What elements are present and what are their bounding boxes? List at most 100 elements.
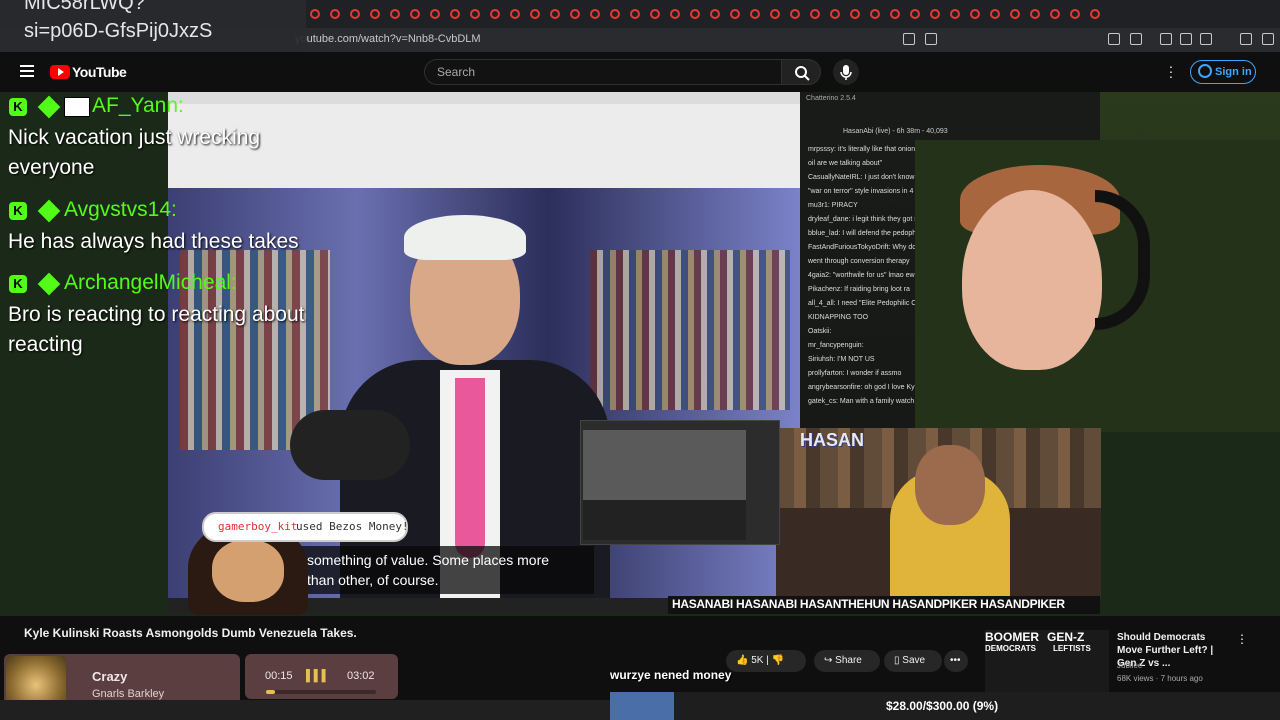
browser-tab[interactable] (590, 9, 600, 19)
kick-badge-icon: K (9, 98, 27, 116)
browser-tab[interactable] (530, 9, 540, 19)
youtube-logo-text[interactable]: YouTube (72, 64, 127, 80)
browser-tab[interactable] (490, 9, 500, 19)
browser-tab[interactable] (350, 9, 360, 19)
share-icon[interactable] (925, 33, 937, 45)
stream-info: HasanAbi (live) - 6h 38m - 40,093 (843, 128, 948, 135)
chat-message: KIDNAPPING TOO (808, 314, 869, 321)
chat-message: Siriuhsh: I'M NOT US (808, 356, 875, 363)
chat-username: ArchangelMicheal: (64, 271, 237, 294)
chat-message: bblue_lad: I will defend the pedophil (808, 230, 920, 237)
browser-tab[interactable] (850, 9, 860, 19)
browser-tab[interactable] (750, 9, 760, 19)
share-button[interactable]: ↪ Share (814, 650, 880, 672)
recommended-thumbnail[interactable]: BOOMER GEN-Z DEMOCRATS LEFTISTS (985, 630, 1109, 692)
browser-tab[interactable] (610, 9, 620, 19)
settings-kebab-icon[interactable]: · · · (1168, 59, 1174, 83)
tabs-icon[interactable] (1200, 33, 1212, 45)
browser-tab[interactable] (410, 9, 420, 19)
extension-icon[interactable] (1130, 33, 1142, 45)
ellipsis-icon: ••• (950, 655, 961, 666)
save-button[interactable]: ▯ Save (884, 650, 942, 672)
kick-badge-icon: K (9, 202, 27, 220)
voice-search-button[interactable] (833, 59, 859, 85)
shield-icon[interactable] (1240, 33, 1252, 45)
browser-tab[interactable] (390, 9, 400, 19)
browser-tab[interactable] (310, 9, 320, 19)
menu-icon[interactable] (1262, 33, 1274, 45)
video-title: Kyle Kulinski Roasts Asmongolds Dumb Ven… (24, 626, 357, 640)
song-title: Crazy (92, 669, 128, 684)
browser-tab[interactable] (370, 9, 380, 19)
chat-message: Pikachenz: If raiding bring loot ra (808, 286, 910, 293)
hamburger-menu-icon[interactable] (20, 65, 34, 77)
browser-tab[interactable] (930, 9, 940, 19)
chat-message-line: Bro is reacting to reacting about (8, 303, 305, 326)
song-progress-fill (266, 690, 275, 694)
url-popup-line: MIC58rLWQ? (24, 0, 145, 14)
save-label: Save (902, 655, 926, 666)
host-tie (455, 378, 485, 558)
caption-line: than other, of course. (307, 572, 439, 588)
browser-tab[interactable] (690, 9, 700, 19)
extension-icon[interactable] (1108, 33, 1120, 45)
browser-tab[interactable] (830, 9, 840, 19)
alert-username: gamerboy_kit (218, 520, 298, 533)
install-icon[interactable] (903, 33, 915, 45)
browser-tab[interactable] (330, 9, 340, 19)
donation-goal-text: $28.00/$300.00 (9%) (886, 699, 999, 713)
browser-tab[interactable] (970, 9, 980, 19)
browser-tab[interactable] (870, 9, 880, 19)
browser-tab[interactable] (710, 9, 720, 19)
browser-tab[interactable] (570, 9, 580, 19)
song-artist: Gnarls Barkley (92, 688, 165, 700)
sidebar-icon[interactable] (1180, 33, 1192, 45)
chat-message: went through conversion therapy (808, 258, 910, 265)
youtube-logo-icon[interactable] (50, 65, 70, 79)
browser-tab[interactable] (550, 9, 560, 19)
browser-tab[interactable] (630, 9, 640, 19)
chat-message-line: everyone (8, 156, 95, 179)
alert-action: used Bezos Money! (296, 520, 409, 533)
browser-tab[interactable] (990, 9, 1000, 19)
browser-tab[interactable] (450, 9, 460, 19)
browser-tab[interactable] (810, 9, 820, 19)
browser-tab[interactable] (650, 9, 660, 19)
share-icon: ↪ (824, 655, 833, 666)
browser-tab[interactable] (890, 9, 900, 19)
browser-tab[interactable] (670, 9, 680, 19)
chat-message: Oatskii: (808, 328, 832, 335)
hasan-face (915, 445, 985, 525)
browser-tab[interactable] (770, 9, 780, 19)
url-text[interactable]: youtube.com/watch?v=Nnb8-CvbDLM (295, 33, 481, 45)
browser-tab[interactable] (1050, 9, 1060, 19)
search-input[interactable]: Search (424, 59, 782, 85)
chat-username: Avgvstvs14: (64, 198, 177, 221)
browser-tab[interactable] (1070, 9, 1080, 19)
podcast-microphone (290, 410, 410, 480)
browser-tab[interactable] (910, 9, 920, 19)
chat-message: gatek_cs: Man with a family watch (808, 398, 915, 405)
caption-line: something of value. Some places more (307, 552, 550, 568)
browser-tab[interactable] (1010, 9, 1020, 19)
donation-goal-fill (610, 692, 674, 720)
embedded-browser (168, 92, 800, 188)
browser-tab[interactable] (1090, 9, 1100, 19)
browser-tab[interactable] (730, 9, 740, 19)
total-time: 03:02 (347, 670, 375, 682)
search-button[interactable] (781, 59, 821, 85)
chat-message-line: Nick vacation just wrecking (8, 126, 261, 149)
browser-tab[interactable] (510, 9, 520, 19)
browser-tab[interactable] (1030, 9, 1040, 19)
music-icon[interactable] (1160, 33, 1172, 45)
chat-message: mr_fancypenguin: (808, 342, 864, 349)
search-icon (795, 66, 810, 81)
more-actions-button[interactable]: ••• (944, 650, 968, 672)
recommended-kebab-icon[interactable]: ⋮ (1236, 632, 1248, 646)
browser-tab[interactable] (790, 9, 800, 19)
browser-tab[interactable] (430, 9, 440, 19)
recommended-channel[interactable]: Jubilee (1117, 661, 1142, 670)
browser-tab[interactable] (950, 9, 960, 19)
like-button[interactable]: 👍 5K | 👎 (726, 650, 806, 672)
browser-tab[interactable] (470, 9, 480, 19)
